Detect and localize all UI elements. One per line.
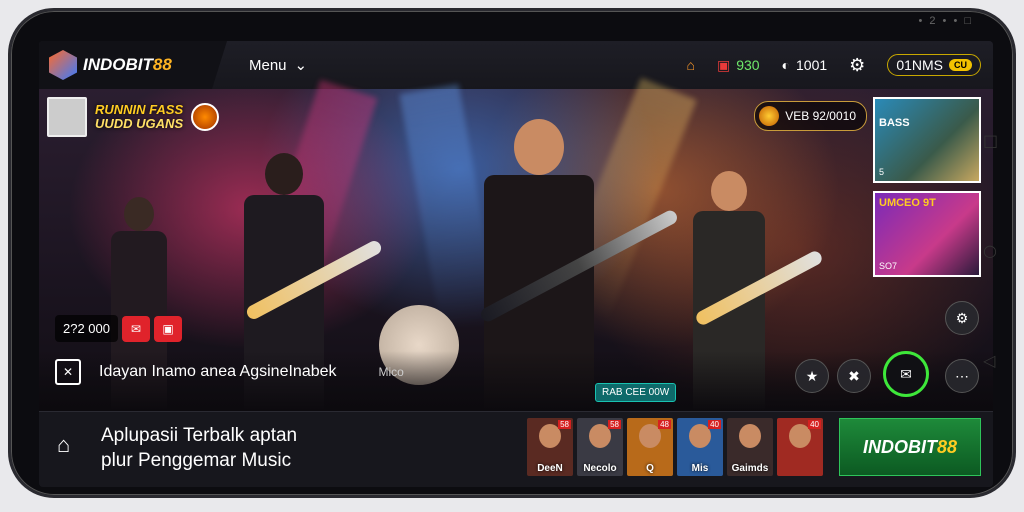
share-button[interactable]: ✉ (122, 315, 150, 342)
menu-dropdown[interactable]: Menu ⌄ (249, 56, 308, 75)
thumb-caption: Mis (691, 463, 709, 474)
artist-thumb[interactable]: 58 DeeN (527, 418, 573, 476)
brand-name: INDOBIT88 (83, 55, 172, 74)
thumb-tag: 40 (708, 420, 721, 429)
avatar (739, 424, 761, 448)
star-icon: ★ (805, 367, 819, 384)
side-cards: BASS 5 UMCEO 9T SO7 (873, 97, 981, 285)
side-card-sub: 5 (879, 167, 885, 177)
side-card-title: BASS (879, 117, 910, 129)
artist-thumb[interactable]: 40 Mis (677, 418, 723, 476)
gear-icon: ⚙ (849, 54, 866, 75)
cta-button[interactable]: INDOBIT 88 (839, 418, 981, 476)
recent-apps-icon[interactable]: □ (983, 131, 998, 150)
thumb-caption: Necolo (583, 463, 617, 474)
thumb-tag: 58 (558, 420, 571, 429)
artist-card[interactable]: RUNNIN FASS UUDD UGANS (47, 97, 220, 137)
chevron-down-icon: ⌄ (294, 57, 308, 74)
artist-thumb[interactable]: 58 Necolo (577, 418, 623, 476)
artist-thumbnails: 58 DeeN 58 Necolo 48 Q 40 Mis Gaimds 40 (527, 418, 823, 476)
thumb-caption: Gaimds (731, 463, 769, 474)
status-badge: RAB CEE 00W (595, 383, 677, 402)
now-playing-row: ✕ Idayan Inamo anea AgsineInabek Mico (55, 359, 404, 385)
crossed-icon: ✖ (848, 367, 860, 384)
side-card[interactable]: UMCEO 9T SO7 (873, 191, 981, 277)
more-icon: ⋯ (955, 367, 969, 384)
users-count: 1001 (796, 57, 828, 73)
balance-tag: CU (949, 59, 972, 71)
side-card-title: UMCEO 9T (879, 197, 936, 209)
home-button[interactable]: ⌂ (686, 57, 694, 73)
thumb-caption: DeeN (537, 463, 563, 474)
camera-button[interactable]: ▣ (154, 315, 182, 342)
app-screen: INDOBIT88 Menu ⌄ ⌂ ▣ 930 ◐ 1001 ⚙ 01NMS CU (39, 41, 993, 487)
live-pill[interactable]: VEB 92/0010 (754, 101, 867, 131)
artist-thumb[interactable]: 40 (777, 418, 823, 476)
top-right-actions: ⌂ ▣ 930 ◐ 1001 ⚙ 01NMS CU (686, 54, 993, 76)
thumb-tag: 40 (808, 420, 821, 429)
bottom-bar: ⌂ Aplupasii Terbalk aptan plur Penggemar… (39, 411, 993, 487)
now-playing-text: Idayan Inamo anea AgsineInabek (99, 363, 337, 380)
user-icon: ◐ (781, 57, 791, 73)
status-bar: • 2 • • □ (918, 15, 973, 27)
thumb-tag: 48 (658, 420, 671, 429)
balance-value: 01NMS (896, 57, 943, 73)
price-box: 2?2 000 ✉ ▣ (55, 315, 182, 342)
now-playing-extra: Mico (378, 365, 404, 379)
bottom-title-line1: Aplupasii Terbalk aptan (101, 425, 298, 446)
camera-icon: ▣ (162, 321, 174, 336)
artist-thumb[interactable]: 48 Q (627, 418, 673, 476)
home-nav-icon[interactable]: ○ (983, 241, 997, 260)
coins-button[interactable]: ▣ 930 (717, 57, 760, 74)
avatar (47, 97, 87, 137)
logo-cube-icon (49, 50, 77, 80)
star-button[interactable]: ★ (795, 359, 829, 393)
artist-title: RUNNIN FASS UUDD UGANS (95, 101, 184, 131)
close-box-icon[interactable]: ✕ (55, 359, 81, 385)
share-icon: ✉ (130, 321, 142, 336)
price-value: 2?2 000 (55, 315, 118, 342)
top-bar: INDOBIT88 Menu ⌄ ⌂ ▣ 930 ◐ 1001 ⚙ 01NMS CU (39, 41, 993, 89)
crossed-button[interactable]: ✖ (837, 359, 871, 393)
more-button[interactable]: ⋯ (945, 359, 979, 393)
balance-pill[interactable]: 01NMS CU (887, 54, 981, 76)
brand-logo[interactable]: INDOBIT88 (39, 41, 227, 89)
back-icon[interactable]: ◁ (983, 351, 995, 370)
home-icon: ⌂ (686, 57, 695, 73)
side-card[interactable]: BASS 5 (873, 97, 981, 183)
gear-icon: ⚙ (955, 309, 969, 326)
home-icon[interactable]: ⌂ (57, 432, 70, 458)
thumb-tag: 58 (608, 420, 621, 429)
bottom-title: Aplupasii Terbalk aptan plur Penggemar M… (101, 424, 297, 473)
menu-label: Menu (249, 56, 287, 74)
live-pill-label: VEB 92/0010 (785, 109, 856, 123)
bottom-title-line2: plur Penggemar Music (101, 449, 292, 471)
hero-banner[interactable]: RUNNIN FASS UUDD UGANS VEB 92/0010 BASS … (39, 77, 993, 411)
phone-frame: • 2 • • □ INDOBIT88 Menu ⌄ ⌂ ▣ 930 ◐ 1001 … (8, 8, 1016, 498)
mail-button[interactable]: ✉ (883, 351, 929, 397)
settings-round-button[interactable]: ⚙ (945, 301, 979, 335)
thumb-caption: Q (646, 463, 654, 474)
fire-badge-icon (191, 103, 220, 131)
live-dot-icon (759, 106, 780, 126)
android-nav: □ ○ ◁ (979, 131, 1003, 391)
mail-icon: ✉ (900, 365, 912, 382)
gift-icon: ▣ (716, 56, 731, 73)
side-card-sub: SO7 (879, 261, 898, 271)
settings-button[interactable]: ⚙ (849, 55, 865, 76)
users-button[interactable]: ◐ 1001 (782, 57, 828, 73)
coins-count: 930 (736, 57, 760, 73)
artist-thumb[interactable]: Gaimds (727, 418, 773, 476)
